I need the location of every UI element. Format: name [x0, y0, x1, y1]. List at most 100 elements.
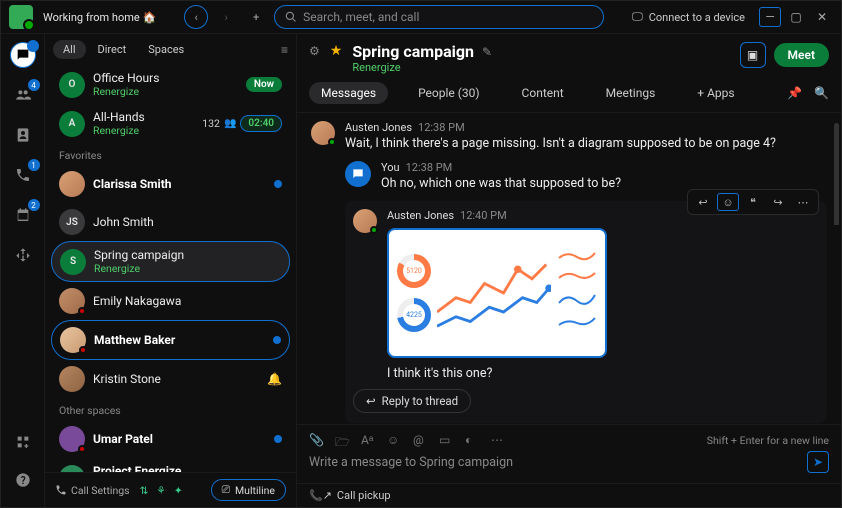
msg-author: You	[381, 161, 400, 174]
presence-online	[370, 226, 378, 234]
action-quote[interactable]: ❝	[742, 193, 764, 211]
meet-button[interactable]: Meet	[774, 43, 829, 67]
tab-content[interactable]: Content	[510, 82, 576, 104]
more-compose-icon[interactable]: ⋯	[491, 433, 505, 447]
avatar: P	[59, 465, 85, 473]
avatar: A	[59, 111, 85, 137]
bitmoji-icon[interactable]: ◐	[465, 433, 479, 447]
space-name: Project Energize	[93, 464, 266, 472]
new-item-button[interactable]: +	[244, 5, 268, 29]
send-button[interactable]: ➤	[807, 451, 829, 473]
unread-dot	[274, 180, 282, 188]
connect-to-device[interactable]: 🖵 Connect to a device	[632, 10, 745, 24]
avatar	[59, 171, 85, 197]
rail-help[interactable]	[10, 467, 36, 493]
reply-to-thread-button[interactable]: ↩Reply to thread	[353, 389, 471, 413]
attach-icon[interactable]: 📎	[309, 433, 323, 447]
help-icon	[15, 472, 31, 488]
calls-badge: 1	[28, 159, 40, 171]
call-pickup-icon: 📞↗	[309, 489, 332, 502]
group-icon[interactable]: ⚘	[156, 484, 165, 497]
avatar	[59, 288, 85, 314]
contacts-icon	[15, 127, 31, 143]
mention-icon[interactable]: @	[413, 433, 427, 447]
rail-more[interactable]	[10, 242, 36, 268]
space-org: Renergize	[93, 124, 194, 137]
compose-input[interactable]: Write a message to Spring campaign	[309, 455, 799, 470]
phone-icon	[15, 167, 31, 183]
filter-button[interactable]: ≡	[281, 43, 288, 57]
rail-apps[interactable]	[10, 429, 36, 455]
window-close[interactable]: ✕	[811, 7, 833, 27]
pin-icon[interactable]: 📌	[787, 86, 802, 100]
attached-image[interactable]	[387, 228, 607, 358]
emoji-icon[interactable]: ☺	[387, 433, 401, 447]
search-icon	[285, 11, 297, 23]
space-office-hours[interactable]: O Office HoursRenergize Now	[51, 65, 290, 104]
multiline-icon: ⎚	[222, 483, 230, 497]
format-icon[interactable]: Aᵃ	[361, 433, 375, 447]
window-minimize[interactable]: —	[759, 7, 781, 27]
avatar: O	[59, 72, 85, 98]
thread-block: ↩ ☺ ❝ ↪ ⋯ Austen Jones12:40 PM	[345, 201, 827, 423]
favorite-john[interactable]: JS John Smith	[51, 203, 290, 241]
hunt-icon[interactable]: ✦	[174, 484, 183, 497]
favorite-kristin[interactable]: Kristin Stone 🔔	[51, 360, 290, 398]
time-chip: 02:40	[240, 115, 282, 132]
call-pickup[interactable]: 📞↗ Call pickup	[309, 489, 391, 502]
gif-icon[interactable]: ▭	[439, 433, 453, 447]
avatar: S	[60, 249, 86, 275]
search-in-space-icon[interactable]: 🔍	[814, 86, 829, 100]
tab-meetings[interactable]: Meetings	[594, 82, 668, 104]
call-settings[interactable]: Call Settings	[55, 484, 130, 497]
screen-capture-icon[interactable]: 🗁	[335, 433, 349, 447]
favorite-emily[interactable]: Emily Nakagawa	[51, 282, 290, 320]
avatar	[353, 209, 377, 233]
message: Austen Jones12:40 PM	[353, 209, 819, 381]
msg-text: Wait, I think there's a page missing. Is…	[345, 136, 827, 151]
tab-apps[interactable]: + Apps	[685, 82, 746, 104]
action-reply[interactable]: ↩	[692, 193, 714, 211]
favorite-matthew[interactable]: Matthew Baker	[51, 320, 290, 360]
rail-chat[interactable]	[10, 42, 36, 68]
scrollbar[interactable]	[834, 123, 839, 414]
action-react[interactable]: ☺	[717, 193, 739, 211]
queue-icon[interactable]: ⇅	[140, 484, 149, 497]
rail-calendar[interactable]: 2	[10, 202, 36, 228]
other-project-energize[interactable]: P Project EnergizeRenergize	[51, 458, 290, 472]
participant-count: 132	[202, 117, 220, 130]
other-umar[interactable]: Umar Patel	[51, 420, 290, 458]
tab-people[interactable]: People (30)	[406, 82, 491, 104]
tab-direct[interactable]: Direct	[88, 40, 137, 59]
favorite-spring-campaign[interactable]: S Spring campaignRenergize	[51, 241, 290, 282]
sparklines	[557, 238, 597, 348]
people-icon	[15, 87, 31, 103]
rail-contacts[interactable]	[10, 122, 36, 148]
tab-spaces[interactable]: Spaces	[138, 40, 194, 59]
presence-dnd	[78, 307, 86, 315]
window-maximize[interactable]: ▢	[785, 7, 807, 27]
tab-all[interactable]: All	[53, 40, 86, 59]
contact-name: Emily Nakagawa	[93, 294, 282, 308]
action-forward[interactable]: ↪	[767, 193, 789, 211]
tab-messages[interactable]: Messages	[309, 82, 388, 104]
multiline-button[interactable]: ⎚ Multiline	[211, 479, 286, 501]
notifications-icon[interactable]: 🔔	[267, 372, 282, 386]
pip-button[interactable]: ▣	[740, 42, 766, 68]
space-settings-button[interactable]: ⚙	[309, 44, 320, 58]
favorite-star[interactable]: ★	[330, 43, 343, 59]
space-all-hands[interactable]: A All-HandsRenergize 132👥02:40	[51, 104, 290, 143]
line-chart	[437, 238, 551, 348]
avatar: JS	[59, 209, 85, 235]
action-more[interactable]: ⋯	[792, 193, 814, 211]
presence-status[interactable]: Working from home 🏠	[43, 11, 156, 24]
contact-name: Umar Patel	[93, 432, 266, 446]
self-avatar[interactable]	[9, 5, 33, 29]
rail-calls[interactable]: 1	[10, 162, 36, 188]
rail-teams[interactable]: 4	[10, 82, 36, 108]
edit-title-button[interactable]: ✎	[482, 45, 492, 59]
nav-back-button[interactable]: ‹	[184, 5, 208, 29]
teams-badge: 4	[28, 79, 40, 91]
favorite-clarissa[interactable]: Clarissa Smith	[51, 165, 290, 203]
global-search[interactable]: Search, meet, and call	[274, 5, 604, 29]
